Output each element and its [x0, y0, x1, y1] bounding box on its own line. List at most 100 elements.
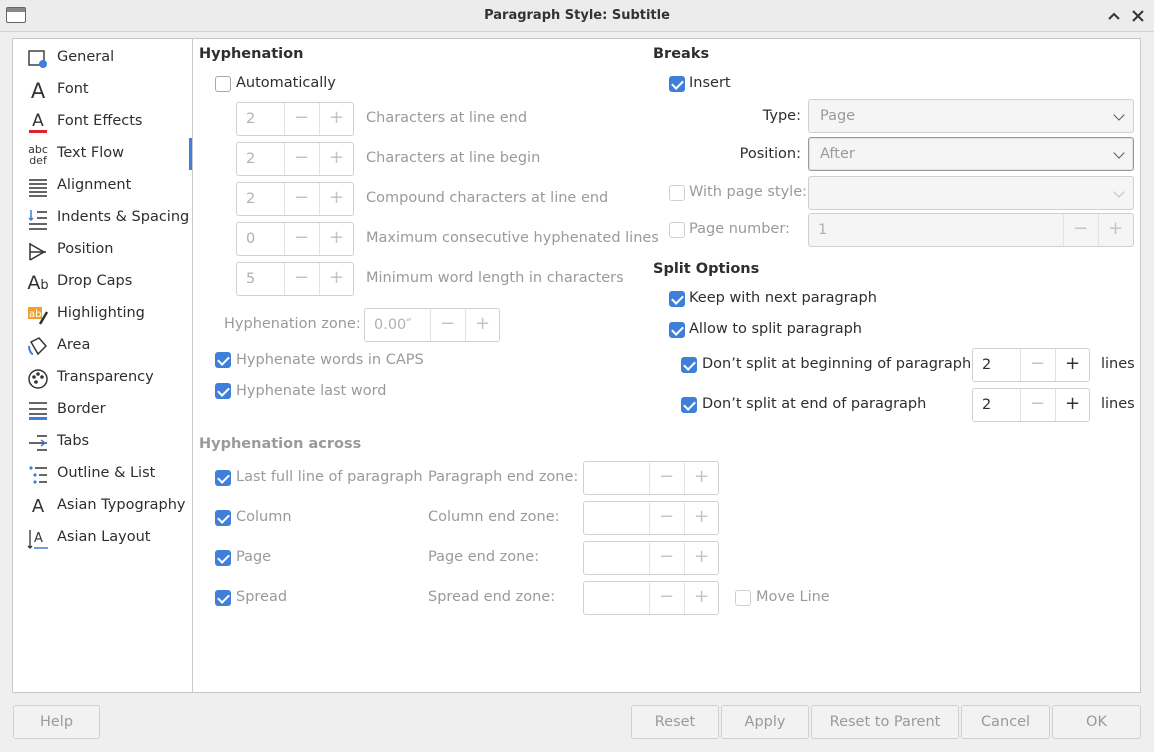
sidebar-item-indents-spacing[interactable]: Indents & Spacing [13, 203, 193, 235]
sidebar-item-highlighting[interactable]: ab Highlighting [13, 299, 193, 331]
minus-icon[interactable]: − [1063, 214, 1097, 246]
text-flow-icon: abc def [28, 143, 48, 167]
no-split-end-checkbox[interactable] [681, 397, 697, 413]
plus-icon[interactable]: + [319, 223, 353, 255]
compound-chars-label: Compound characters at line end [366, 190, 609, 206]
chevron-down-icon [1113, 109, 1125, 121]
plus-icon[interactable]: + [319, 183, 353, 215]
no-split-end-unit: lines [1101, 396, 1135, 412]
spread-label: Spread [236, 589, 288, 605]
split-options-heading: Split Options [653, 261, 760, 277]
column-end-zone-spin[interactable]: − + [583, 501, 719, 535]
close-icon[interactable] [1128, 6, 1148, 26]
keep-with-next-label: Keep with next paragraph [689, 290, 877, 306]
minus-icon[interactable]: − [649, 462, 683, 494]
chars-line-begin-spin[interactable]: 2 − + [236, 142, 354, 176]
highlighting-icon: ab [27, 304, 49, 326]
hyphenation-zone-label: Hyphenation zone: [224, 316, 361, 332]
page-end-zone-spin[interactable]: − + [583, 541, 719, 575]
sidebar-item-area[interactable]: Area [13, 331, 193, 363]
spread-end-zone-spin[interactable]: − + [583, 581, 719, 615]
asian-layout-icon: A [27, 528, 49, 550]
min-word-length-spin[interactable]: 5 − + [236, 262, 354, 296]
paragraph-end-zone-label: Paragraph end zone: [428, 469, 579, 485]
plus-icon[interactable]: + [319, 263, 353, 295]
compound-chars-spin[interactable]: 2 − + [236, 182, 354, 216]
page-end-zone-label: Page end zone: [428, 549, 540, 565]
with-page-style-checkbox[interactable] [669, 185, 685, 201]
cancel-button[interactable]: Cancel [961, 705, 1050, 739]
sidebar-item-text-flow[interactable]: abc def Text Flow [13, 139, 193, 171]
ok-button[interactable]: OK [1052, 705, 1141, 739]
last-full-line-checkbox[interactable] [215, 470, 231, 486]
position-dropdown[interactable]: After [808, 137, 1134, 171]
sidebar-item-border[interactable]: Border [13, 395, 193, 427]
reset-button[interactable]: Reset [631, 705, 719, 739]
minus-icon[interactable]: − [284, 263, 318, 295]
page-checkbox[interactable] [215, 550, 231, 566]
minus-icon[interactable]: − [1020, 349, 1054, 381]
plus-icon[interactable]: + [1055, 389, 1089, 421]
hyphenate-last-word-label: Hyphenate last word [236, 383, 387, 399]
plus-icon[interactable]: + [684, 582, 718, 614]
max-consecutive-spin[interactable]: 0 − + [236, 222, 354, 256]
insert-checkbox[interactable] [669, 76, 685, 92]
no-split-begin-spin[interactable]: 2 − + [972, 348, 1090, 382]
column-checkbox[interactable] [215, 510, 231, 526]
area-icon [27, 336, 49, 358]
plus-icon[interactable]: + [684, 502, 718, 534]
apply-button[interactable]: Apply [721, 705, 809, 739]
chevron-up-icon[interactable] [1104, 6, 1124, 26]
sidebar-item-font-effects[interactable]: A Font Effects [13, 107, 193, 139]
keep-with-next-checkbox[interactable] [669, 291, 685, 307]
sidebar-item-font[interactable]: A Font [13, 75, 193, 107]
minus-icon[interactable]: − [649, 542, 683, 574]
minus-icon[interactable]: − [649, 582, 683, 614]
plus-icon[interactable]: + [465, 309, 499, 341]
no-split-begin-unit: lines [1101, 356, 1135, 372]
hyphenate-last-word-checkbox[interactable] [215, 383, 231, 399]
page-number-spin[interactable]: 1 − + [808, 213, 1134, 247]
plus-icon[interactable]: + [684, 462, 718, 494]
automatically-checkbox[interactable] [215, 76, 231, 92]
sidebar-item-outline-list[interactable]: Outline & List [13, 459, 193, 491]
plus-icon[interactable]: + [319, 103, 353, 135]
type-dropdown[interactable]: Page [808, 99, 1134, 133]
minus-icon[interactable]: − [284, 223, 318, 255]
minus-icon[interactable]: − [284, 183, 318, 215]
move-line-checkbox[interactable] [735, 590, 751, 606]
minus-icon[interactable]: − [284, 143, 318, 175]
sidebar-item-asian-layout[interactable]: A Asian Layout [13, 523, 193, 555]
page-number-checkbox[interactable] [669, 222, 685, 238]
hyphenation-zone-spin[interactable]: 0.00″ − + [364, 308, 500, 342]
plus-icon[interactable]: + [684, 542, 718, 574]
minus-icon[interactable]: − [1020, 389, 1054, 421]
plus-icon[interactable]: + [1055, 349, 1089, 381]
no-split-end-spin[interactable]: 2 − + [972, 388, 1090, 422]
chars-line-end-spin[interactable]: 2 − + [236, 102, 354, 136]
page-number-label: Page number: [689, 221, 790, 237]
sidebar-item-asian-typography[interactable]: A Asian Typography [13, 491, 193, 523]
reset-to-parent-button[interactable]: Reset to Parent [811, 705, 959, 739]
allow-split-checkbox[interactable] [669, 322, 685, 338]
plus-icon[interactable]: + [319, 143, 353, 175]
sidebar-item-drop-caps[interactable]: Ab Drop Caps [13, 267, 193, 299]
help-button[interactable]: Help [13, 705, 100, 739]
hyphenate-caps-checkbox[interactable] [215, 352, 231, 368]
sidebar-item-tabs[interactable]: Tabs [13, 427, 193, 459]
minus-icon[interactable]: − [430, 309, 464, 341]
minus-icon[interactable]: − [649, 502, 683, 534]
no-split-begin-checkbox[interactable] [681, 357, 697, 373]
sidebar-item-position[interactable]: Position [13, 235, 193, 267]
spread-checkbox[interactable] [215, 590, 231, 606]
paragraph-end-zone-spin[interactable]: − + [583, 461, 719, 495]
font-icon: A [30, 79, 46, 103]
minus-icon[interactable]: − [284, 103, 318, 135]
sidebar-item-general[interactable]: General [13, 43, 193, 75]
automatically-label: Automatically [236, 75, 336, 91]
sidebar-item-alignment[interactable]: Alignment [13, 171, 193, 203]
plus-icon[interactable]: + [1098, 214, 1132, 246]
last-full-line-label: Last full line of paragraph [236, 469, 423, 485]
sidebar-item-transparency[interactable]: Transparency [13, 363, 193, 395]
page-style-dropdown[interactable] [808, 176, 1134, 210]
